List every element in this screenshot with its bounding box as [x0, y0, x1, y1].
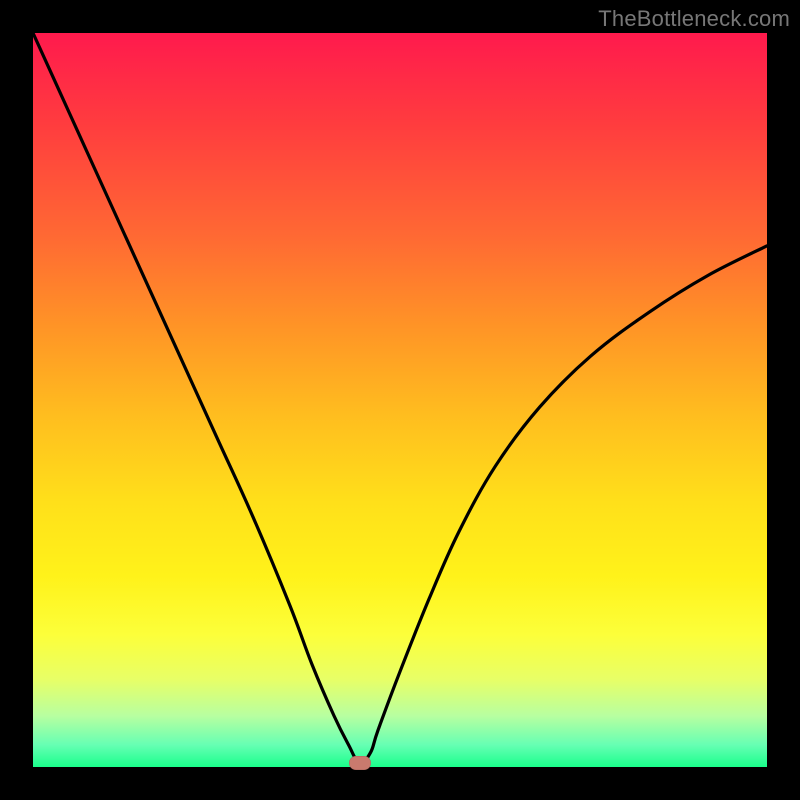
watermark-text: TheBottleneck.com [598, 6, 790, 32]
bottleneck-curve [33, 33, 767, 767]
curve-path [33, 33, 767, 764]
optimal-point-marker [349, 756, 371, 770]
chart-frame: TheBottleneck.com [0, 0, 800, 800]
plot-area [33, 33, 767, 767]
